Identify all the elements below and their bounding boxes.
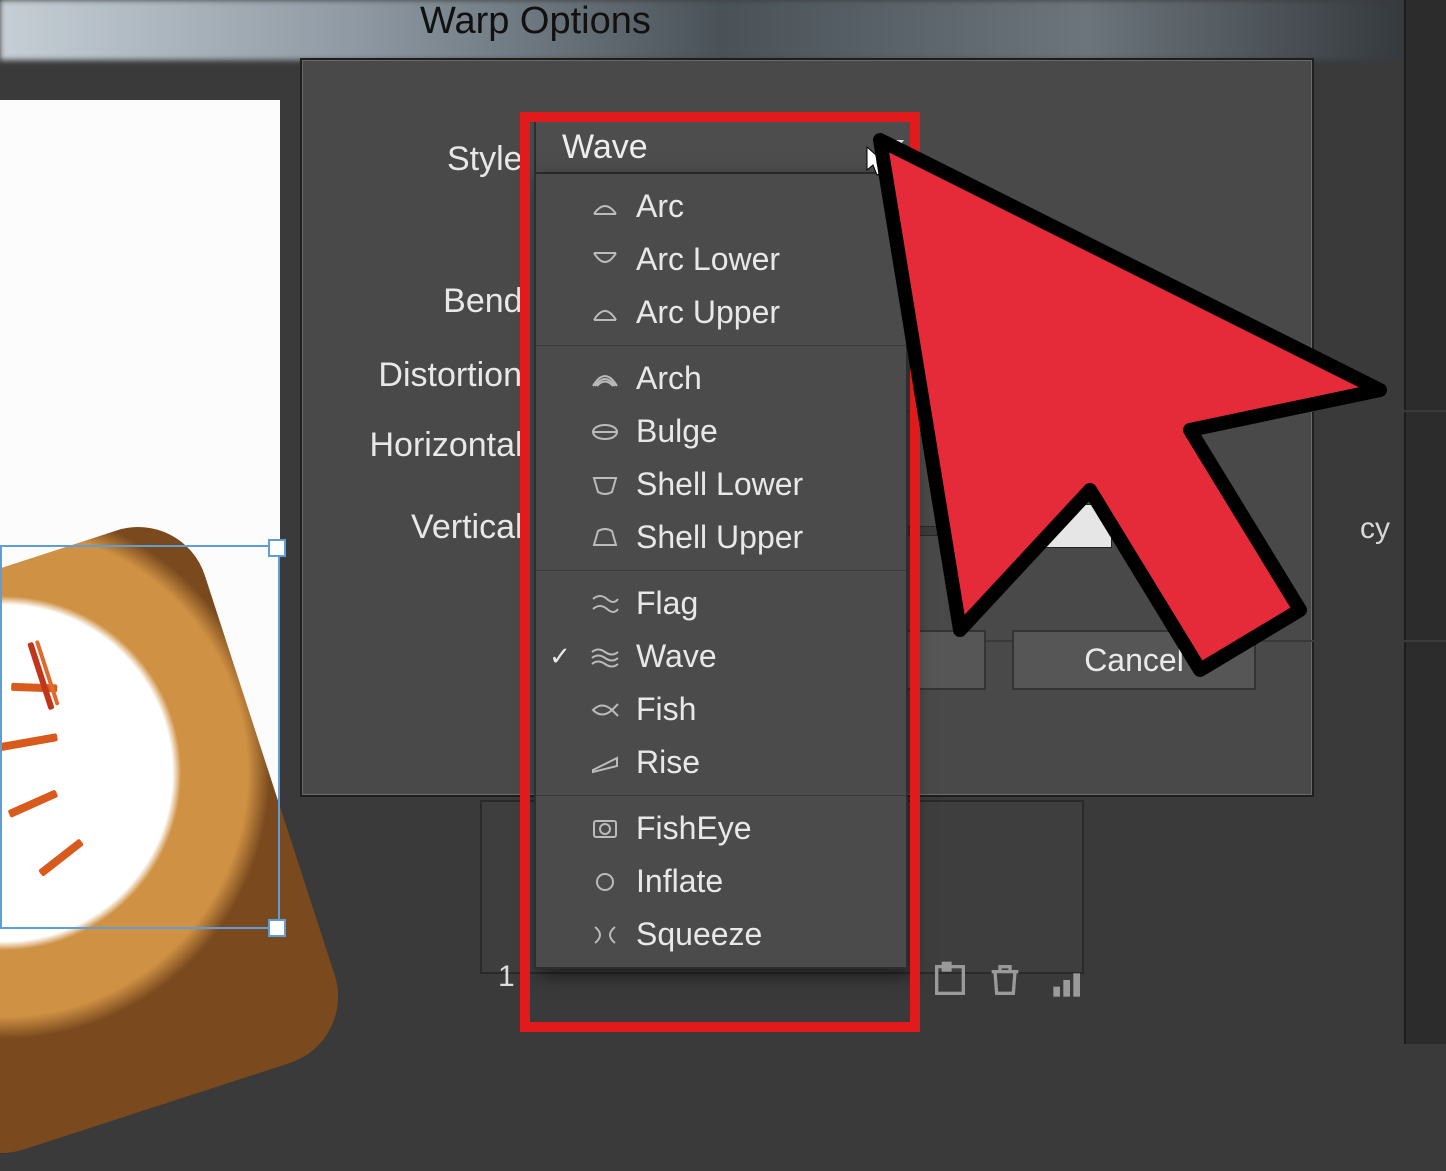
- style-option-label: Arc Lower: [636, 241, 896, 278]
- selection-handle[interactable]: [268, 539, 286, 557]
- style-option-label: Shell Upper: [636, 519, 896, 556]
- inflate-icon: [588, 868, 622, 896]
- chevron-down-icon: [886, 140, 904, 152]
- bend-value-field[interactable]: [1022, 270, 1112, 314]
- fish-icon: [588, 696, 622, 724]
- dialog-title: Warp Options: [420, 0, 651, 43]
- style-option-label: Arc: [636, 188, 896, 225]
- style-option-fish[interactable]: Fish: [536, 683, 906, 736]
- horizontal-value-field[interactable]: [1022, 418, 1112, 462]
- style-option-label: FishEye: [636, 810, 896, 847]
- selection-box[interactable]: [0, 545, 280, 929]
- style-option-rise[interactable]: Rise: [536, 736, 906, 789]
- bulge-icon: [588, 418, 622, 446]
- style-option-arc-lower[interactable]: Arc Lower: [536, 233, 906, 286]
- arch-icon: [588, 365, 622, 393]
- style-option-label: Shell Lower: [636, 466, 896, 503]
- shell-upper-icon: [588, 524, 622, 552]
- style-option-label: Flag: [636, 585, 896, 622]
- style-option-bulge[interactable]: Bulge: [536, 405, 906, 458]
- new-layer-icon[interactable]: [930, 960, 970, 1000]
- style-option-shell-lower[interactable]: Shell Lower: [536, 458, 906, 511]
- background-blur: [0, 0, 1446, 60]
- squeeze-icon: [588, 921, 622, 949]
- fisheye-icon: [588, 815, 622, 843]
- cancel-button[interactable]: Cancel: [1012, 630, 1256, 690]
- style-option-label: Arch: [636, 360, 896, 397]
- distortion-label: Distortion: [342, 356, 522, 395]
- cancel-button-label: Cancel: [1084, 642, 1184, 679]
- vertical-label: Vertical:: [382, 508, 532, 547]
- style-dropdown[interactable]: Wave: [534, 120, 918, 174]
- canvas[interactable]: [0, 100, 280, 1044]
- trash-icon[interactable]: [985, 960, 1025, 1000]
- style-option-wave[interactable]: ✓ Wave: [536, 630, 906, 683]
- style-option-label: Fish: [636, 691, 896, 728]
- style-option-label: Bulge: [636, 413, 896, 450]
- style-option-arc[interactable]: Arc: [536, 180, 906, 233]
- check-icon: ✓: [546, 641, 574, 672]
- style-label: Style:: [422, 140, 532, 179]
- wave-icon: [588, 643, 622, 671]
- vertical-value-field[interactable]: [1022, 504, 1112, 548]
- style-option-label: Squeeze: [636, 916, 896, 953]
- horizontal-label: Horizontal:: [332, 426, 532, 465]
- selection-handle[interactable]: [268, 919, 286, 937]
- style-option-label: Wave: [636, 638, 896, 675]
- style-option-fisheye[interactable]: FishEye: [536, 802, 906, 855]
- arc-icon: [588, 193, 622, 221]
- flag-icon: [588, 590, 622, 618]
- style-dropdown-value: Wave: [562, 128, 648, 167]
- bend-label: Bend:: [412, 282, 532, 321]
- style-option-shell-upper[interactable]: Shell Upper: [536, 511, 906, 564]
- style-option-arc-upper[interactable]: Arc Upper: [536, 286, 906, 339]
- style-option-flag[interactable]: Flag: [536, 577, 906, 630]
- style-option-label: Rise: [636, 744, 896, 781]
- style-option-squeeze[interactable]: Squeeze: [536, 908, 906, 961]
- arc-lower-icon: [588, 246, 622, 274]
- style-option-inflate[interactable]: Inflate: [536, 855, 906, 908]
- rise-icon: [588, 749, 622, 777]
- page-indicator: 1: [498, 960, 515, 994]
- style-dropdown-list[interactable]: Arc Arc Lower Arc Upper Arch Bulge Shell Lowe…: [534, 174, 908, 969]
- arc-upper-icon: [588, 299, 622, 327]
- steps-icon: [1050, 960, 1090, 1000]
- style-option-arch[interactable]: Arch: [536, 352, 906, 405]
- style-option-label: Arc Upper: [636, 294, 896, 331]
- shell-lower-icon: [588, 471, 622, 499]
- style-option-label: Inflate: [636, 863, 896, 900]
